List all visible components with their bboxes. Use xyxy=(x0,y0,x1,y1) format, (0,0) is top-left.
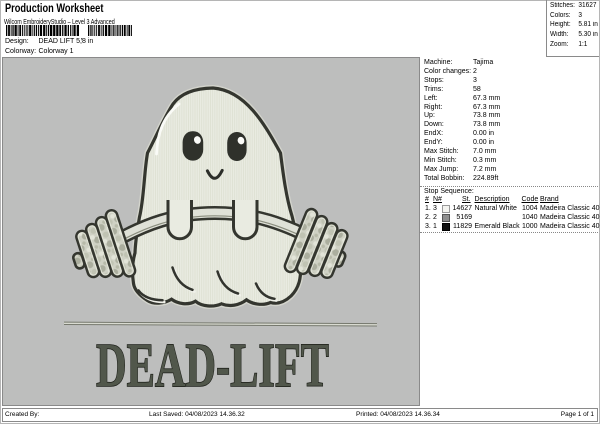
svg-text:DEAD-LIFT: DEAD-LIFT xyxy=(96,332,329,400)
